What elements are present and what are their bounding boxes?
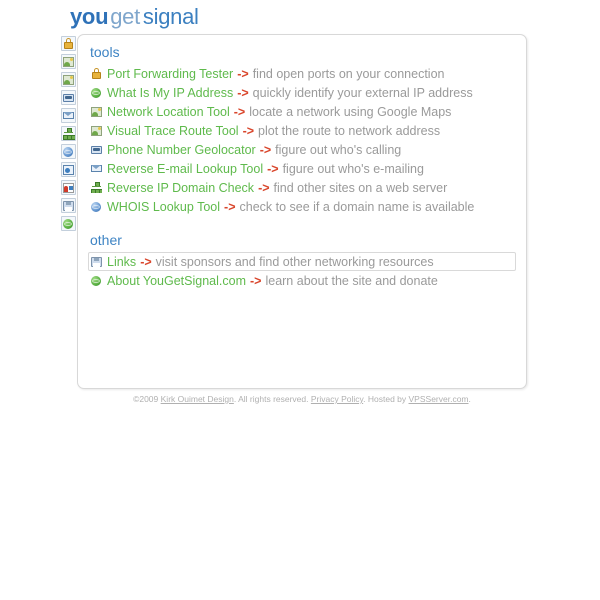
tool-link[interactable]: Visual Trace Route Tool: [107, 124, 239, 138]
map-tile-icon: [91, 125, 102, 136]
arrow-separator: ->: [267, 161, 279, 176]
telephone-icon: [91, 144, 102, 155]
blue-globe-icon: [91, 201, 102, 212]
arrow-separator: ->: [259, 142, 272, 157]
tool-link[interactable]: What Is My IP Address: [107, 86, 233, 100]
tool-description: figure out who's e-mailing: [282, 161, 424, 176]
arrow-separator: ->: [242, 123, 255, 138]
footer-host-link[interactable]: VPSServer.com: [409, 394, 469, 404]
floppy-disk-icon: [63, 200, 74, 211]
footer-period: .: [468, 394, 471, 404]
arrow-separator: ->: [250, 273, 262, 288]
logo-part-signal: signal: [143, 4, 199, 29]
arrow-separator: ->: [237, 85, 249, 100]
rail-browser-icon[interactable]: [61, 162, 76, 177]
logo-signal-text: signal: [142, 4, 199, 29]
tool-link[interactable]: Links: [107, 255, 136, 269]
tool-link[interactable]: About YouGetSignal.com: [107, 274, 246, 288]
footer: ©2009 Kirk Ouimet Design. All rights res…: [77, 394, 527, 405]
arrow-separator: ->: [258, 180, 270, 195]
rail-network-tree-icon[interactable]: [61, 126, 76, 141]
rail-green-globe-icon[interactable]: [61, 216, 76, 231]
tool-link[interactable]: Reverse IP Domain Check: [107, 181, 254, 195]
padlock-icon: [63, 38, 74, 49]
rail-blue-globe-icon[interactable]: [61, 144, 76, 159]
browser-icon: [63, 164, 74, 175]
tool-link[interactable]: Reverse E-mail Lookup Tool: [107, 162, 263, 176]
arrow-separator: ->: [224, 199, 236, 214]
sections-container: tools Port Forwarding Tester -> find open p…: [78, 44, 526, 290]
tool-row[interactable]: What Is My IP Address -> quickly identify …: [88, 83, 516, 102]
footer-copyright: ©2009: [133, 394, 161, 404]
tool-description: quickly identify your external IP addres…: [252, 85, 473, 100]
tool-link[interactable]: WHOIS Lookup Tool: [107, 200, 220, 214]
tool-description: find open ports on your connection: [252, 66, 445, 81]
rail-map-tile-icon[interactable]: [61, 72, 76, 87]
footer-rights: . All rights reserved.: [233, 394, 311, 404]
padlock-icon: [91, 68, 102, 79]
floppy-disk-icon: [91, 256, 102, 267]
rail-telephone-icon[interactable]: [61, 90, 76, 105]
page-root: youget signal tools Port Forwarding Tester…: [0, 0, 600, 600]
arrow-separator: ->: [140, 254, 152, 269]
blue-globe-icon: [63, 146, 74, 157]
site-logo[interactable]: youget signal: [70, 4, 199, 30]
footer-privacy-link[interactable]: Privacy Policy: [311, 394, 363, 404]
arrow-separator: ->: [237, 66, 249, 81]
green-globe-icon: [63, 218, 74, 229]
section-title-tools: tools: [90, 44, 120, 60]
rail-colorchart-icon[interactable]: [61, 180, 76, 195]
tool-row[interactable]: Phone Number Geolocator -> figure out who'…: [88, 140, 516, 159]
tool-row[interactable]: Network Location Tool -> locate a network …: [88, 102, 516, 121]
green-globe-icon: [91, 87, 102, 98]
tool-row[interactable]: WHOIS Lookup Tool -> check to see if a dom…: [88, 197, 516, 216]
rail-padlock-icon[interactable]: [61, 36, 76, 51]
footer-design-link[interactable]: Kirk Ouimet Design: [161, 394, 234, 404]
tool-description: figure out who's calling: [275, 142, 402, 157]
tool-link[interactable]: Port Forwarding Tester: [107, 67, 233, 81]
logo-part-you: you: [70, 4, 109, 29]
tool-link[interactable]: Phone Number Geolocator: [107, 143, 256, 157]
main-panel: tools Port Forwarding Tester -> find open p…: [77, 34, 527, 389]
tool-description: visit sponsors and find other networking…: [155, 254, 434, 269]
rail-map-tile-icon[interactable]: [61, 54, 76, 69]
network-tree-icon: [63, 128, 75, 140]
envelope-icon: [63, 110, 74, 121]
tool-description: locate a network using Google Maps: [249, 104, 452, 119]
map-tile-icon: [91, 106, 102, 117]
green-globe-icon: [91, 275, 102, 286]
network-tree-icon: [91, 182, 102, 193]
tool-description: learn about the site and donate: [265, 273, 438, 288]
tool-row[interactable]: Port Forwarding Tester -> find open ports …: [88, 64, 516, 83]
tool-row[interactable]: Visual Trace Route Tool -> plot the route …: [88, 121, 516, 140]
tool-row[interactable]: About YouGetSignal.com -> learn about the …: [88, 271, 516, 290]
colorchart-icon: [63, 182, 74, 193]
arrow-separator: ->: [233, 104, 246, 119]
tool-row[interactable]: Reverse IP Domain Check -> find other site…: [88, 178, 516, 197]
tool-description: check to see if a domain name is availab…: [239, 199, 475, 214]
telephone-icon: [63, 92, 74, 103]
footer-hosted-text: . Hosted by: [363, 394, 409, 404]
tool-row[interactable]: Reverse E-mail Lookup Tool -> figure out w…: [88, 159, 516, 178]
rail-envelope-icon[interactable]: [61, 108, 76, 123]
map-tile-icon: [63, 74, 74, 85]
section-title-other: other: [90, 232, 122, 248]
tool-row[interactable]: Links -> visit sponsors and find other net…: [88, 252, 516, 271]
logo-part-get: get: [110, 4, 140, 29]
tool-description: find other sites on a web server: [273, 180, 448, 195]
tool-link[interactable]: Network Location Tool: [107, 105, 230, 119]
icon-rail: [61, 36, 78, 234]
tool-description: plot the route to network address: [258, 123, 441, 138]
rail-floppy-disk-icon[interactable]: [61, 198, 76, 213]
map-tile-icon: [63, 56, 74, 67]
envelope-icon: [91, 163, 102, 174]
